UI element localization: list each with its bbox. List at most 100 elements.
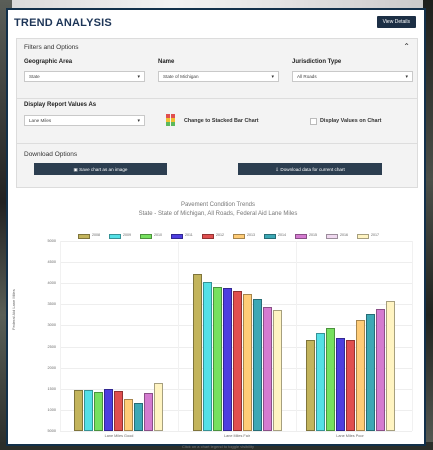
bar-2010-2[interactable] (326, 328, 335, 431)
divider (17, 98, 417, 99)
bar-2014-0[interactable] (134, 403, 143, 431)
stacked-bar-chart-icon[interactable] (166, 114, 178, 126)
save-image-button[interactable]: ▣ Save chart as an image (34, 163, 167, 175)
geo-area-value: State (29, 74, 40, 79)
legend-swatch (171, 234, 183, 239)
bar-2013-2[interactable] (356, 320, 365, 431)
grid-line (60, 431, 412, 432)
bar-2014-2[interactable] (366, 313, 375, 431)
page-title: TREND ANALYSIS (14, 17, 112, 29)
chevron-down-icon: ▾ (137, 74, 140, 80)
bar-2009-0[interactable] (84, 389, 93, 431)
bar-2016-0[interactable] (154, 382, 163, 431)
legend-swatch (264, 234, 276, 239)
bar-2016-1[interactable] (273, 310, 282, 431)
legend-swatch (295, 234, 307, 239)
y-tick-label: 4500 (47, 260, 56, 265)
x-tick-label: Lane Miles Good (104, 434, 134, 438)
bar-2010-1[interactable] (213, 286, 222, 431)
chevron-down-icon: ▾ (271, 74, 274, 80)
report-values-value: Lane Miles (29, 118, 52, 123)
panel-header: TREND ANALYSIS View Details (8, 10, 424, 36)
chart-note: Click on a chart legend to toggle visibi… (181, 444, 255, 449)
bar-2008-2[interactable] (306, 339, 315, 431)
bar-2008-1[interactable] (193, 274, 202, 431)
grid-line (296, 241, 297, 431)
bar-2014-1[interactable] (253, 299, 262, 431)
bar-2009-1[interactable] (203, 282, 212, 431)
report-values-select[interactable]: Lane Miles ▾ (24, 115, 145, 126)
download-heading: Download Options (24, 151, 78, 158)
y-tick-label: 3000 (47, 323, 56, 328)
jurisdiction-select[interactable]: All Roads ▾ (292, 71, 413, 82)
download-data-label: Download data for current chart (280, 167, 345, 172)
name-value: State of Michigan (163, 74, 199, 79)
grid-line (178, 241, 179, 431)
divider (17, 143, 417, 144)
legend-label: 2017 (371, 233, 379, 237)
legend-swatch (233, 234, 245, 239)
geo-area-label: Geographic Area (24, 59, 73, 65)
bar-2012-2[interactable] (346, 339, 355, 431)
display-values-checkbox[interactable] (310, 118, 317, 125)
bar-2008-0[interactable] (74, 390, 83, 431)
jurisdiction-label: Jurisdiction Type (292, 59, 342, 65)
grid-line (60, 241, 61, 431)
y-tick-label: 5000 (47, 239, 56, 243)
bar-2016-2[interactable] (386, 301, 395, 431)
legend-swatch (357, 234, 369, 239)
jurisdiction-value: All Roads (297, 74, 317, 79)
report-values-label: Display Report Values As (24, 102, 97, 108)
bar-2012-1[interactable] (233, 291, 242, 431)
chart-title: Pavement Condition Trends (180, 202, 256, 208)
bar-2015-1[interactable] (263, 306, 272, 431)
download-data-button[interactable]: ⇩ Download data for current chart (238, 163, 382, 175)
chevron-down-icon: ▾ (137, 118, 140, 124)
display-values-label: Display Values on Chart (320, 118, 382, 124)
y-tick-label: 1000 (47, 407, 56, 412)
bar-2013-0[interactable] (124, 399, 133, 431)
y-axis-label: Federal Aid Lane Miles (11, 289, 16, 330)
legend-swatch (202, 234, 214, 239)
bar-2013-1[interactable] (243, 294, 252, 431)
legend-label: 2014 (278, 233, 286, 237)
filters-heading: Filters and Options (24, 44, 79, 51)
grid-line (60, 241, 412, 242)
pavement-condition-chart: Pavement Condition Trends State - State … (11, 190, 420, 449)
y-tick-label: 2500 (47, 344, 56, 349)
bar-2011-0[interactable] (104, 388, 113, 431)
x-tick-label: Lane Miles Poor (336, 434, 364, 438)
grid-line (412, 241, 413, 431)
bar-2011-2[interactable] (336, 337, 345, 431)
bar-2015-2[interactable] (376, 308, 385, 431)
y-tick-label: 3500 (47, 302, 56, 307)
bar-2012-0[interactable] (114, 391, 123, 431)
legend-label: 2013 (247, 233, 255, 237)
bar-2015-0[interactable] (144, 392, 153, 431)
legend-label: 2009 (123, 233, 131, 237)
geo-area-select[interactable]: State ▾ (24, 71, 145, 82)
y-tick-label: 4000 (47, 281, 56, 286)
bar-2009-2[interactable] (316, 332, 325, 431)
legend-label: 2016 (340, 233, 348, 237)
bar-2011-1[interactable] (223, 287, 232, 431)
bar-2010-0[interactable] (94, 392, 103, 431)
legend-label: 2012 (216, 233, 224, 237)
chevron-down-icon: ▾ (405, 74, 408, 80)
y-tick-label: 5000 (47, 429, 56, 433)
legend-label: 2010 (154, 233, 162, 237)
view-details-button[interactable]: View Details (376, 16, 416, 28)
name-select[interactable]: State of Michigan ▾ (158, 71, 279, 82)
legend-label: 2008 (92, 233, 100, 237)
grid-line (60, 262, 412, 264)
legend-swatch (140, 234, 152, 239)
chart-subtitle: State - State of Michigan, All Roads, Fe… (138, 211, 298, 217)
grid-line (60, 283, 412, 285)
legend-label: 2015 (309, 233, 317, 237)
trend-analysis-panel: TREND ANALYSIS View Details Filters and … (6, 8, 426, 449)
legend-swatch (326, 234, 338, 239)
collapse-chevron-icon[interactable]: ⌃ (403, 42, 410, 51)
stacked-bar-toggle[interactable]: Change to Stacked Bar Chart (184, 118, 259, 124)
y-tick-label: 2000 (47, 365, 56, 370)
legend-swatch (78, 234, 90, 239)
